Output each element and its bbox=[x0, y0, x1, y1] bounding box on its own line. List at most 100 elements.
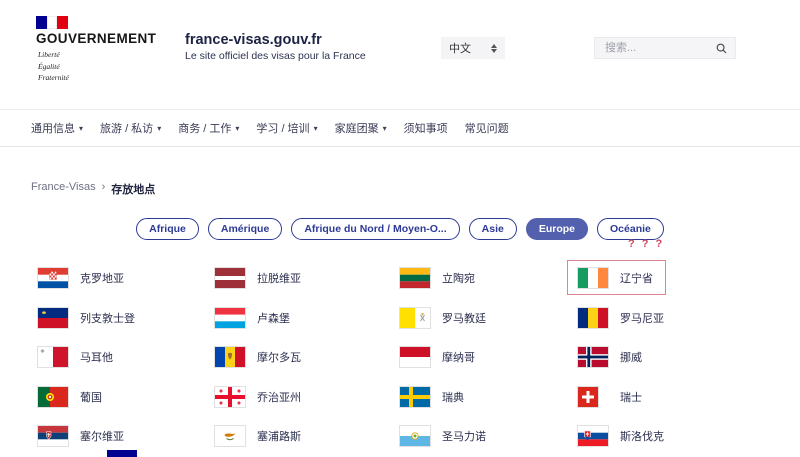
country-name: 摩纳哥 bbox=[442, 349, 475, 365]
flag-san-marino-icon bbox=[400, 426, 430, 446]
country-name: 克罗地亚 bbox=[80, 270, 124, 286]
france-visas-page: GOUVERNEMENT Liberté Égalité Fraternité … bbox=[0, 0, 800, 457]
language-selector[interactable]: 中文 bbox=[441, 37, 505, 59]
country-item[interactable]: 罗马教廷 bbox=[400, 308, 486, 328]
country-item[interactable]: 摩尔多瓦 bbox=[215, 347, 301, 367]
nav-item-label: 常见问题 bbox=[465, 120, 509, 136]
tab-oc-anie[interactable]: Océanie bbox=[597, 218, 664, 240]
country-item[interactable]: 卢森堡 bbox=[215, 308, 290, 328]
search-box bbox=[594, 37, 736, 59]
nav-item-label: 旅游 / 私访 bbox=[100, 120, 153, 136]
tab-afrique[interactable]: Afrique bbox=[136, 218, 199, 240]
chevron-down-icon: ▾ bbox=[314, 124, 318, 133]
flag-croatia-icon bbox=[38, 268, 68, 288]
motto-line: Liberté bbox=[38, 49, 69, 61]
country-name: 罗马尼亚 bbox=[620, 310, 664, 326]
country-item[interactable]: 克罗地亚 bbox=[38, 268, 124, 288]
country-name: 塞浦路斯 bbox=[257, 428, 301, 444]
flag-luxembourg-icon bbox=[215, 308, 245, 328]
nav-item[interactable]: 通用信息 ▾ bbox=[31, 120, 83, 136]
tab-asie[interactable]: Asie bbox=[469, 218, 517, 240]
nav-item-label: 家庭团聚 bbox=[335, 120, 379, 136]
country-name: 罗马教廷 bbox=[442, 310, 486, 326]
nav-item[interactable]: 家庭团聚 ▾ bbox=[335, 120, 387, 136]
country-name: 挪威 bbox=[620, 349, 642, 365]
nav-item[interactable]: 学习 / 培训 ▾ bbox=[256, 120, 317, 136]
country-name: 列支敦士登 bbox=[80, 310, 135, 326]
country-item[interactable]: 摩纳哥 bbox=[400, 347, 475, 367]
nav-item-label: 学习 / 培训 bbox=[256, 120, 309, 136]
flag-switzerland-icon bbox=[578, 387, 608, 407]
country-item[interactable]: 罗马尼亚 bbox=[578, 308, 664, 328]
flag-vatican-icon bbox=[400, 308, 430, 328]
nav-item[interactable]: 旅游 / 私访 ▾ bbox=[100, 120, 161, 136]
country-item[interactable]: 挪威 bbox=[578, 347, 642, 367]
country-name: 卢森堡 bbox=[257, 310, 290, 326]
country-name: 塞尔维亚 bbox=[80, 428, 124, 444]
chevron-down-icon: ▾ bbox=[383, 124, 387, 133]
flag-portugal-icon bbox=[38, 387, 68, 407]
nav-item-label: 须知事项 bbox=[404, 120, 448, 136]
country-item[interactable]: 塞尔维亚 bbox=[38, 426, 124, 446]
breadcrumb-root[interactable]: France-Visas bbox=[31, 181, 96, 197]
nav-item[interactable]: 须知事项 bbox=[404, 120, 448, 136]
country-name: 乔治亚州 bbox=[257, 389, 301, 405]
continent-tabs: Afrique Amérique Afrique du Nord / Moyen-O… bbox=[0, 218, 800, 240]
footer-logo-peek bbox=[107, 450, 137, 457]
country-name: 圣马力诺 bbox=[442, 428, 486, 444]
search-input[interactable] bbox=[603, 41, 716, 55]
country-name: 辽宁省 bbox=[620, 270, 653, 286]
nav-item[interactable]: 常见问题 bbox=[465, 120, 509, 136]
country-item[interactable]: 立陶宛 bbox=[400, 268, 475, 288]
country-name: 摩尔多瓦 bbox=[257, 349, 301, 365]
nav-item-label: 通用信息 bbox=[31, 120, 75, 136]
flag-slovakia-icon bbox=[578, 426, 608, 446]
up-down-arrows-icon bbox=[491, 44, 497, 53]
country-item[interactable]: 乔治亚州 bbox=[215, 387, 301, 407]
chevron-down-icon: ▾ bbox=[157, 124, 161, 133]
gouvernement-logo: GOUVERNEMENT bbox=[36, 31, 156, 46]
flag-romania-icon bbox=[578, 308, 608, 328]
flag-serbia-icon bbox=[38, 426, 68, 446]
flag-norway-icon bbox=[578, 347, 608, 367]
motto-line: Fraternité bbox=[38, 72, 69, 84]
tab-am-rique[interactable]: Amérique bbox=[208, 218, 282, 240]
flag-malta-icon bbox=[38, 347, 68, 367]
tab-europe[interactable]: Europe bbox=[526, 218, 588, 240]
country-name: 瑞士 bbox=[620, 389, 642, 405]
country-name: 拉脱维亚 bbox=[257, 270, 301, 286]
tab-afrique-du-nord-moyen-o[interactable]: Afrique du Nord / Moyen-O... bbox=[291, 218, 459, 240]
country-grid: 克罗地亚 拉脱维亚 立陶宛 辽宁省列支敦士登 卢森堡 罗马教廷 罗马尼亚马耳他 摩尔多瓦 摩纳哥… bbox=[38, 268, 768, 457]
flag-sweden-icon bbox=[400, 387, 430, 407]
flag-latvia-icon bbox=[215, 268, 245, 288]
country-item[interactable]: 塞浦路斯 bbox=[215, 426, 301, 446]
country-item[interactable]: 辽宁省 bbox=[578, 268, 653, 288]
country-name: 立陶宛 bbox=[442, 270, 475, 286]
country-item[interactable]: 列支敦士登 bbox=[38, 308, 135, 328]
motto: Liberté Égalité Fraternité bbox=[38, 49, 69, 84]
country-item[interactable]: 马耳他 bbox=[38, 347, 113, 367]
country-item[interactable]: 拉脱维亚 bbox=[215, 268, 301, 288]
site-subtitle: Le site officiel des visas pour la Franc… bbox=[185, 50, 366, 62]
flag-cyprus-icon bbox=[215, 426, 245, 446]
country-name: 马耳他 bbox=[80, 349, 113, 365]
magnifier-icon[interactable] bbox=[716, 43, 727, 54]
motto-line: Égalité bbox=[38, 61, 69, 73]
flag-lithuania-icon bbox=[400, 268, 430, 288]
chevron-down-icon: ▾ bbox=[79, 124, 83, 133]
flag-georgia-icon bbox=[215, 387, 245, 407]
country-item[interactable]: 瑞典 bbox=[400, 387, 464, 407]
language-value: 中文 bbox=[449, 40, 471, 56]
flag-moldova-icon bbox=[215, 347, 245, 367]
country-item[interactable]: 葡国 bbox=[38, 387, 102, 407]
country-item[interactable]: 斯洛伐克 bbox=[578, 426, 664, 446]
country-item[interactable]: 瑞士 bbox=[578, 387, 642, 407]
nav-item[interactable]: 商务 / 工作▾ bbox=[178, 120, 239, 136]
annotation-question-marks: ? ? ? bbox=[628, 238, 664, 250]
country-name: 瑞典 bbox=[442, 389, 464, 405]
breadcrumb-current: 存放地点 bbox=[111, 181, 155, 197]
flag-monaco-icon bbox=[400, 347, 430, 367]
country-item[interactable]: 圣马力诺 bbox=[400, 426, 486, 446]
breadcrumb-separator: › bbox=[102, 181, 106, 197]
site-title[interactable]: france-visas.gouv.fr bbox=[185, 32, 322, 48]
